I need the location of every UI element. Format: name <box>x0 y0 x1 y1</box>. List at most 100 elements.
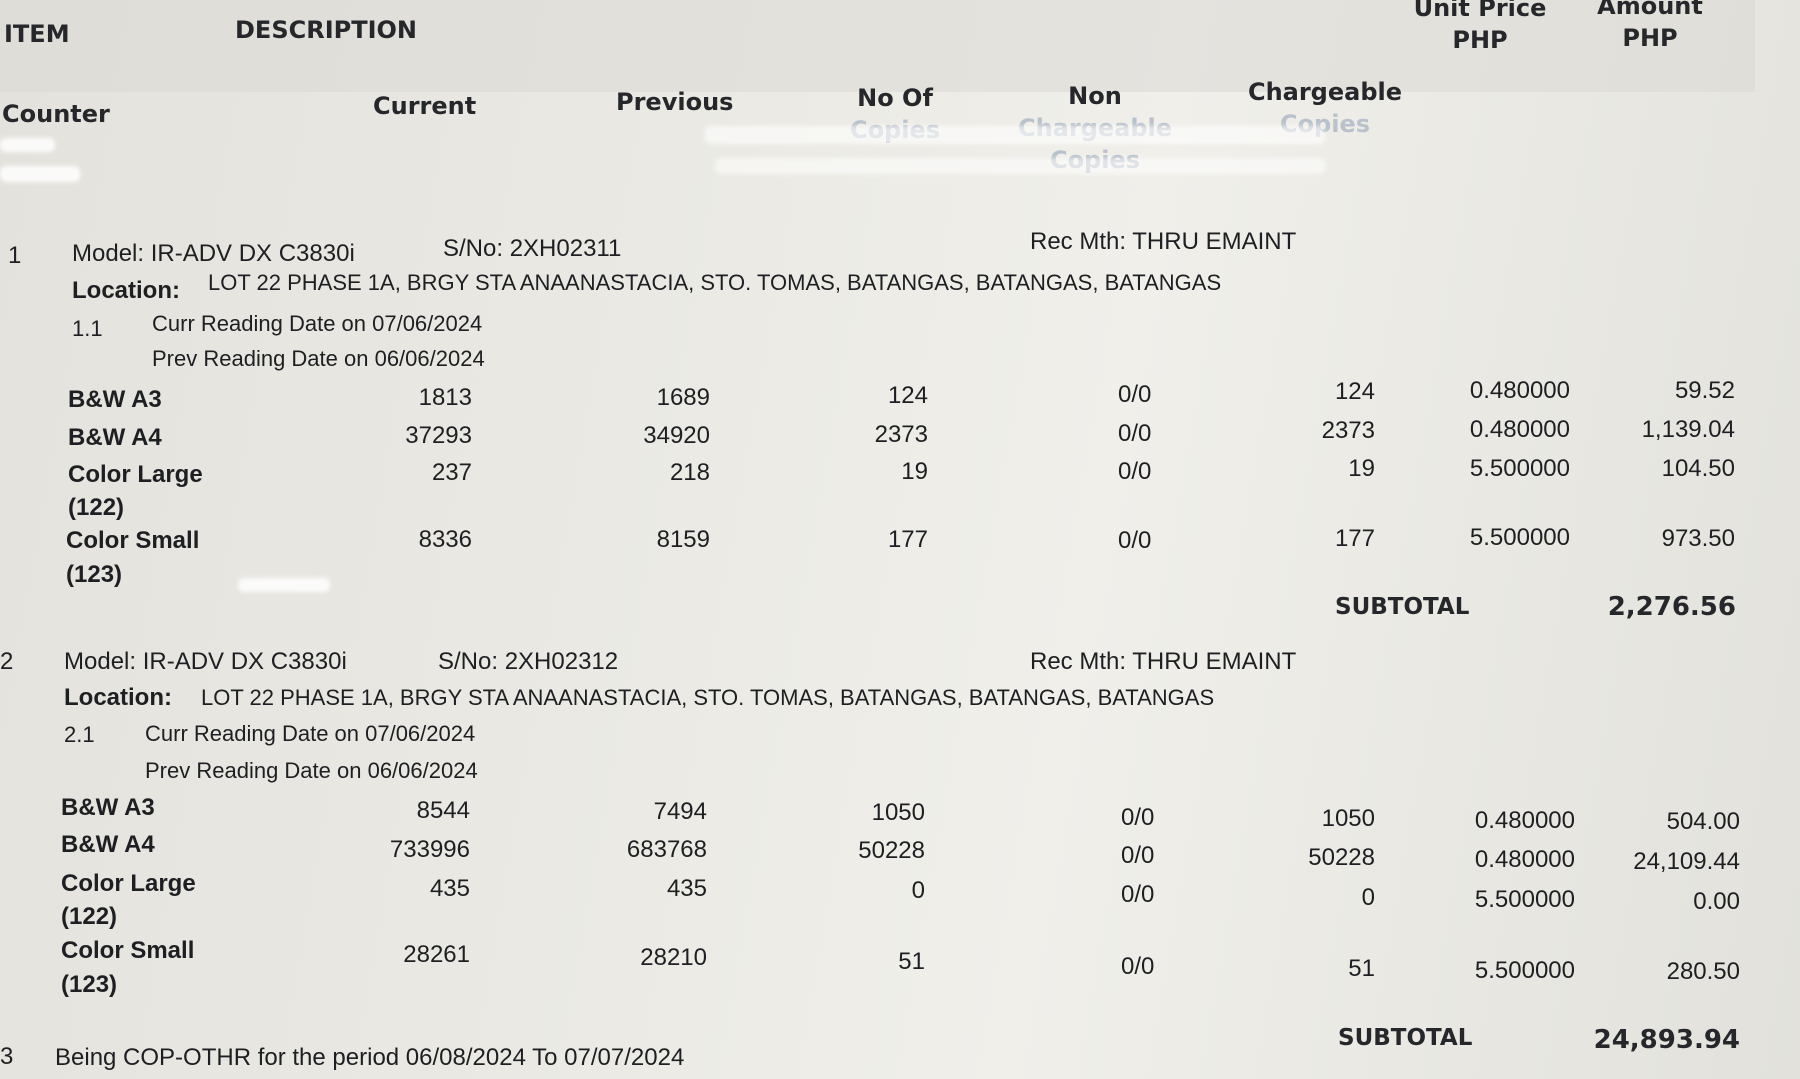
row-no-of-copies: 2373 <box>874 421 928 448</box>
item-number: 1 <box>8 242 22 269</box>
item-prev-reading-date: Prev Reading Date on 06/06/2024 <box>145 758 478 783</box>
row-no-of-copies: 51 <box>898 948 925 975</box>
row-non-chargeable: 0/0 <box>1121 842 1155 869</box>
item-location: LOT 22 PHASE 1A, BRGY STA ANAANASTACIA, … <box>208 270 1222 295</box>
subtotal-label: SUBTOTAL <box>1338 1025 1473 1051</box>
row-previous: 218 <box>669 459 710 486</box>
header-description: DESCRIPTION <box>235 16 418 44</box>
row-current: 435 <box>429 875 470 902</box>
glare-streak <box>238 578 330 592</box>
row-counter: B&W A3 <box>61 794 155 821</box>
header-previous: Previous <box>616 88 734 116</box>
row-unit-price: 5.500000 <box>1474 957 1575 984</box>
header-amount-line2: PHP <box>1622 24 1678 52</box>
item-prev-reading-date: Prev Reading Date on 06/06/2024 <box>152 346 485 371</box>
subtotal-value: 2,276.56 <box>1607 592 1736 622</box>
footer-description: Being COP-OTHR for the period 06/08/2024… <box>55 1044 685 1071</box>
invoice-page: ITEM DESCRIPTION Unit Price PHP Amount P… <box>0 0 1800 1079</box>
row-current: 8336 <box>418 526 472 553</box>
row-unit-price: 0.480000 <box>1469 377 1570 404</box>
item-location-label: Location: <box>72 277 180 304</box>
row-previous: 1689 <box>656 384 710 411</box>
row-no-of-copies: 19 <box>901 458 928 485</box>
row-current: 37293 <box>405 422 472 449</box>
row-unit-price: 0.480000 <box>1474 846 1575 873</box>
row-chargeable: 177 <box>1334 525 1375 552</box>
row-amount: 24,109.44 <box>1633 848 1740 875</box>
row-counter-code: (122) <box>68 494 125 521</box>
row-previous: 435 <box>666 875 707 902</box>
row-counter: B&W A3 <box>68 386 162 413</box>
header-unit-price: Unit Price PHP <box>1390 0 1570 54</box>
row-current: 733996 <box>389 836 470 863</box>
header-unit-price-line2: PHP <box>1452 26 1508 54</box>
row-previous: 34920 <box>643 422 710 449</box>
item-sub-number: 2.1 <box>64 722 95 747</box>
row-current: 237 <box>431 459 472 486</box>
row-counter: B&W A4 <box>68 424 162 451</box>
row-non-chargeable: 0/0 <box>1118 458 1152 485</box>
item-sub-number: 1.1 <box>72 316 103 341</box>
row-no-of-copies: 177 <box>887 526 928 553</box>
row-amount: 280.50 <box>1666 958 1740 985</box>
row-chargeable: 0 <box>1361 884 1375 911</box>
row-chargeable: 1050 <box>1321 805 1375 832</box>
row-previous: 683768 <box>626 836 707 863</box>
row-no-of-copies: 0 <box>911 877 925 904</box>
item-serial: S/No: 2XH02311 <box>443 235 622 262</box>
item-model: Model: IR-ADV DX C3830i <box>64 648 347 675</box>
glare-streak <box>0 138 55 152</box>
row-amount: 504.00 <box>1666 808 1740 835</box>
item-location-label: Location: <box>64 684 172 711</box>
row-non-chargeable: 0/0 <box>1121 804 1155 831</box>
row-counter: Color Large <box>61 870 196 897</box>
row-counter-code: (123) <box>66 561 123 588</box>
row-current: 1813 <box>418 384 472 411</box>
header-item: ITEM <box>4 20 70 48</box>
row-chargeable: 51 <box>1348 955 1375 982</box>
row-chargeable: 124 <box>1334 378 1375 405</box>
item-curr-reading-date: Curr Reading Date on 07/06/2024 <box>152 311 483 336</box>
header-amount: Amount PHP <box>1570 0 1730 52</box>
row-unit-price: 5.500000 <box>1469 524 1570 551</box>
row-chargeable: 50228 <box>1308 844 1375 871</box>
row-unit-price: 0.480000 <box>1474 807 1575 834</box>
glare-streak <box>715 158 1325 174</box>
row-non-chargeable: 0/0 <box>1121 953 1155 980</box>
row-amount: 59.52 <box>1674 377 1735 404</box>
row-amount: 973.50 <box>1661 525 1735 552</box>
row-unit-price: 0.480000 <box>1469 416 1570 443</box>
row-no-of-copies: 124 <box>887 382 928 409</box>
item-number: 2 <box>0 648 14 675</box>
item-curr-reading-date: Curr Reading Date on 07/06/2024 <box>145 721 476 746</box>
row-chargeable: 2373 <box>1321 417 1375 444</box>
row-previous: 28210 <box>640 944 707 971</box>
subtotal-value: 24,893.94 <box>1593 1025 1740 1055</box>
row-current: 28261 <box>403 941 470 968</box>
row-amount: 104.50 <box>1661 455 1735 482</box>
row-counter-code: (122) <box>61 903 118 930</box>
row-non-chargeable: 0/0 <box>1118 420 1152 447</box>
row-previous: 8159 <box>656 526 710 553</box>
item-model: Model: IR-ADV DX C3830i <box>72 240 355 267</box>
row-previous: 7494 <box>653 798 707 825</box>
row-amount: 1,139.04 <box>1641 416 1735 443</box>
header-unit-price-line1: Unit Price <box>1413 0 1547 22</box>
row-counter: Color Large <box>68 461 203 488</box>
row-current: 8544 <box>416 797 470 824</box>
item-location: LOT 22 PHASE 1A, BRGY STA ANAANASTACIA, … <box>201 685 1215 710</box>
row-counter: Color Small <box>66 527 200 554</box>
row-counter: B&W A4 <box>61 831 155 858</box>
subtotal-label: SUBTOTAL <box>1335 594 1470 620</box>
header-current: Current <box>373 92 477 120</box>
row-amount: 0.00 <box>1693 888 1740 915</box>
row-non-chargeable: 0/0 <box>1121 881 1155 908</box>
item-rec-mth: Rec Mth: THRU EMAINT <box>1030 648 1297 675</box>
item-serial: S/No: 2XH02312 <box>438 648 619 675</box>
header-counter: Counter <box>2 100 110 128</box>
row-counter-code: (123) <box>61 971 118 998</box>
row-unit-price: 5.500000 <box>1469 455 1570 482</box>
header-no-of-copies-line1: No Of <box>857 84 933 112</box>
glare-streak <box>0 166 80 182</box>
row-unit-price: 5.500000 <box>1474 886 1575 913</box>
